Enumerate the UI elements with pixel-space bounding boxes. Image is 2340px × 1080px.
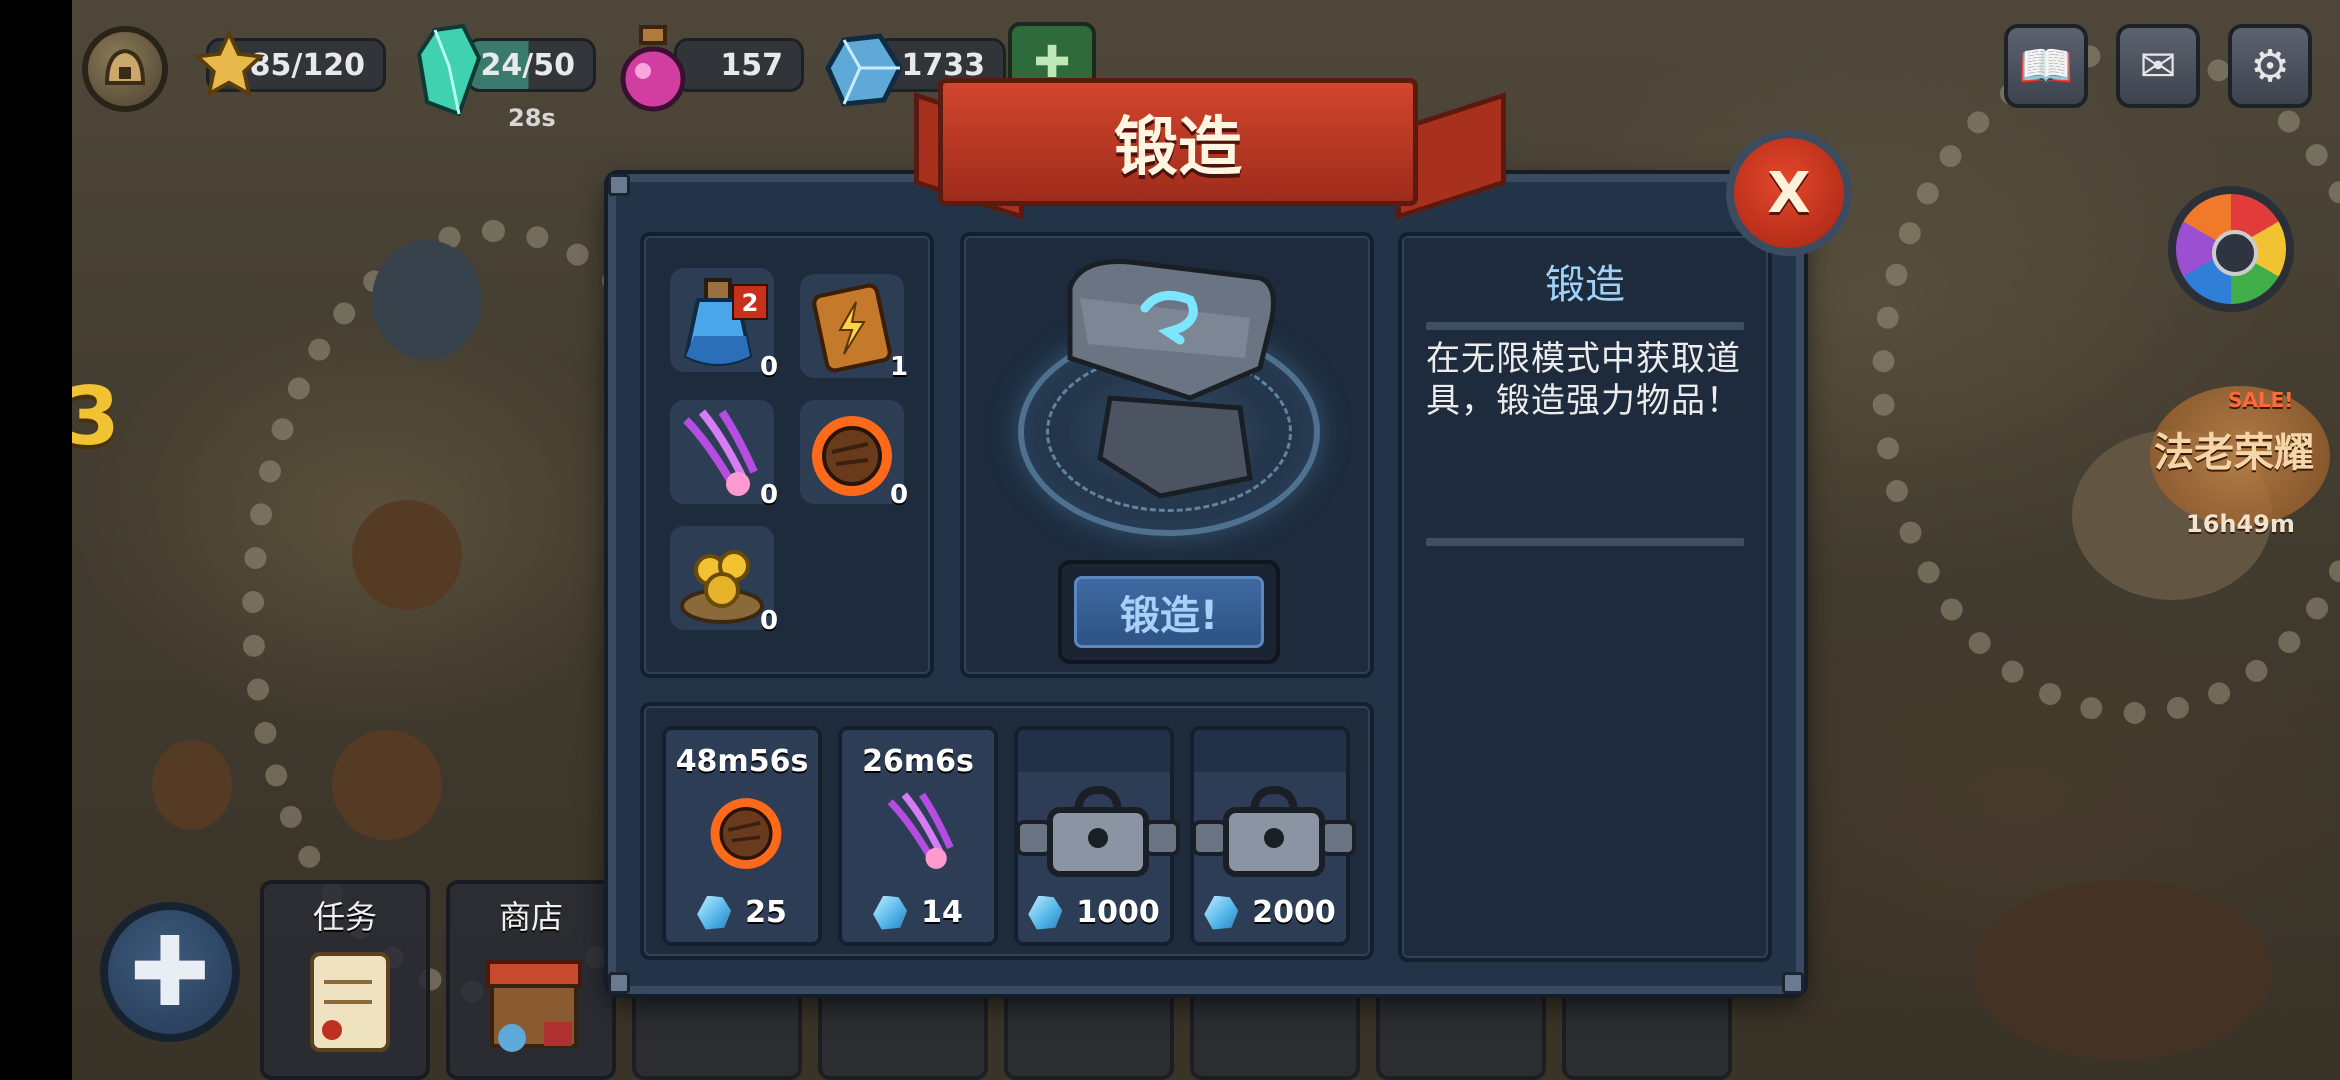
book-icon: 📖 xyxy=(2018,41,2074,92)
slot-cost-value: 2000 xyxy=(1252,895,1336,930)
inventory-count: 0 xyxy=(760,352,779,382)
panel-rivet xyxy=(1782,972,1804,994)
inventory-count: 0 xyxy=(760,480,779,510)
gear-icon: ⚙ xyxy=(2250,40,2290,92)
inventory-count: 0 xyxy=(760,606,779,636)
meteor-icon xyxy=(812,416,892,496)
mail-icon: ✉ xyxy=(2139,40,2177,92)
blue-gem-icon xyxy=(822,26,906,110)
crystal-energy-icon xyxy=(410,22,490,118)
inventory-item-lightning-card[interactable] xyxy=(800,274,904,378)
inventory-item-meteor[interactable] xyxy=(800,400,904,504)
info-divider xyxy=(1426,322,1744,330)
tab-quests-label: 任务 xyxy=(312,898,377,936)
gem-icon xyxy=(1204,895,1239,930)
screen-letterbox xyxy=(0,0,72,1080)
slot-cost: 25 xyxy=(666,895,818,930)
tab-quests[interactable]: 任务 xyxy=(260,880,430,1080)
gem-icon xyxy=(873,895,908,930)
tab-shop-label: 商店 xyxy=(498,898,563,936)
forge-button-label: 锻造! xyxy=(1074,576,1264,648)
info-title: 锻造 xyxy=(1545,262,1625,308)
padlock-icon xyxy=(1016,785,1180,877)
encyclopedia-button[interactable]: 📖 xyxy=(2004,24,2088,108)
purple-claw-icon xyxy=(887,792,954,869)
forge-slot[interactable]: 26m6s 14 xyxy=(838,726,998,946)
slot-cost-value: 14 xyxy=(921,895,963,930)
slot-cost-value: 1000 xyxy=(1076,895,1160,930)
scroll-icon xyxy=(310,952,390,1052)
mail-button[interactable]: ✉ xyxy=(2116,24,2200,108)
slot-timer: 26m6s xyxy=(862,744,974,779)
lightning-card-icon xyxy=(812,283,892,373)
lucky-wheel-button[interactable] xyxy=(2168,186,2294,312)
energy-timer: 28s xyxy=(508,104,556,132)
star-icon xyxy=(190,26,268,104)
anvil-icon xyxy=(1067,259,1276,499)
slot-cost-value: 25 xyxy=(745,895,787,930)
forge-button[interactable]: 锻造! xyxy=(1058,560,1280,664)
gem-icon xyxy=(697,895,732,930)
plus-icon: ✚ xyxy=(129,916,211,1028)
panel-rivet xyxy=(608,972,630,994)
forge-slot[interactable]: 48m56s 25 xyxy=(662,726,822,946)
purple-claw-icon xyxy=(683,409,758,496)
gem-icon xyxy=(1028,895,1063,930)
info-divider xyxy=(1426,538,1744,546)
dialog-title-banner: 锻造 xyxy=(938,78,1418,206)
inventory-count: 1 xyxy=(890,352,909,382)
add-button[interactable]: ✚ xyxy=(100,902,240,1042)
panel-rivet xyxy=(608,174,630,196)
dialog-title: 锻造 xyxy=(1114,111,1242,185)
info-description: 在无限模式中获取道具，锻造强力物品！ xyxy=(1426,339,1741,421)
slot-unlock-cost: 2000 xyxy=(1194,895,1346,930)
shop-stall-icon xyxy=(486,960,582,1052)
forge-slot-locked[interactable]: 1000 xyxy=(1014,726,1180,946)
slot-lock-header xyxy=(1018,730,1170,772)
padlock-icon xyxy=(1192,785,1356,877)
potion-level-badge: 2 xyxy=(732,284,768,320)
helmet-icon xyxy=(104,48,146,85)
close-button[interactable]: X xyxy=(1726,130,1852,256)
inventory-count: 0 xyxy=(890,480,909,510)
forge-slot-locked[interactable]: 2000 xyxy=(1190,726,1356,946)
close-icon: X xyxy=(1767,160,1811,226)
slot-unlock-cost: 1000 xyxy=(1018,895,1170,930)
gold-coin-pile-icon xyxy=(680,550,764,624)
slot-cost: 14 xyxy=(842,895,994,930)
sale-tag: SALE! xyxy=(2228,388,2294,412)
map-level-number: 3 xyxy=(64,370,120,463)
inventory-item-purple-claw[interactable] xyxy=(670,400,774,504)
energy-value: 24/50 xyxy=(480,47,575,83)
inventory-item-gold-coins[interactable] xyxy=(670,526,774,630)
slot-timer: 48m56s xyxy=(675,744,809,779)
potion-icon xyxy=(608,20,698,116)
potion-value: 157 xyxy=(720,47,783,83)
tab-shop[interactable]: 商店 xyxy=(446,880,616,1080)
meteor-icon xyxy=(710,798,782,869)
settings-button[interactable]: ⚙ xyxy=(2228,24,2312,108)
profile-avatar-button[interactable] xyxy=(82,26,168,112)
event-timer: 16h49m xyxy=(2186,510,2295,538)
slot-lock-header xyxy=(1194,730,1346,772)
event-title: 法老荣耀 xyxy=(2154,430,2314,476)
